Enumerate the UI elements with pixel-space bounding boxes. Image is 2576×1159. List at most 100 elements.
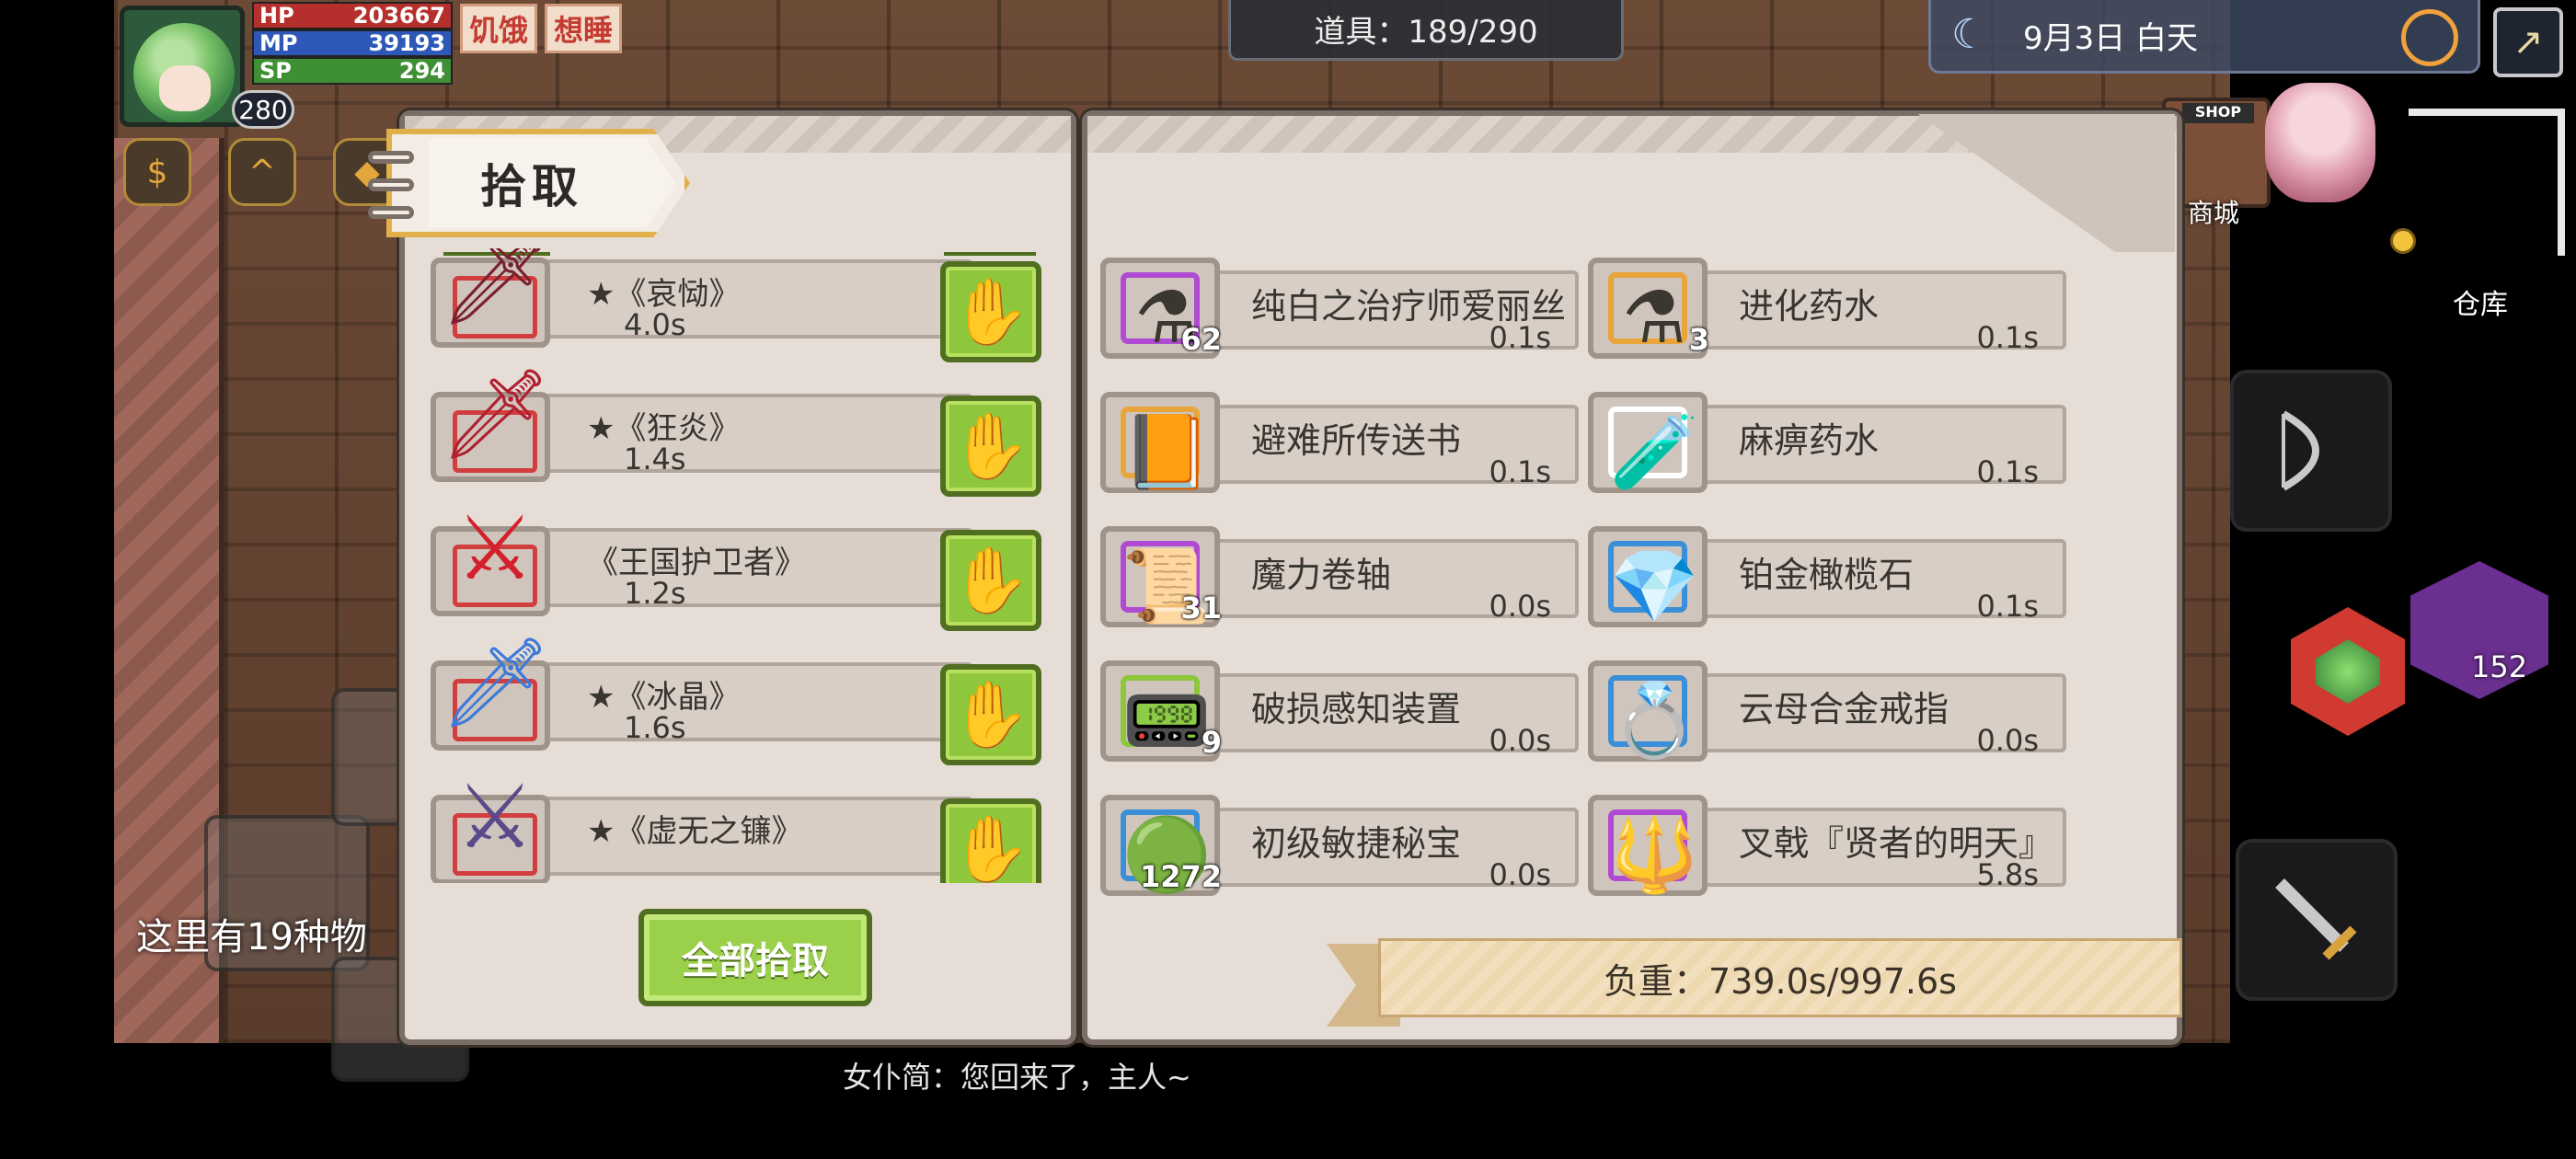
item-weight: 0.1s [1976,320,2039,355]
hand-grab-icon: ✋ [950,542,1031,618]
inventory-counter: 道具：189/290 [1228,0,1624,61]
drop-item-cell[interactable]: ⚗ 62 纯白之治疗师爱丽丝 0.1s [1100,241,1579,370]
item-slot[interactable]: 📟 9 [1100,660,1222,763]
minimap[interactable] [2390,109,2565,256]
weather-icon: ☾ [1951,11,1988,58]
pick-up-button[interactable]: ✋ [940,396,1041,497]
item-weight: 0.0s [1976,723,2039,758]
skill-slot-1-icon[interactable]: $ [123,138,191,206]
item-weight: 0.1s [1489,320,1551,355]
agility-gem-icon: 🟢 [1121,814,1212,897]
minimap-player-marker [2390,228,2416,254]
item-slot[interactable]: 📜 31 [1100,526,1222,628]
red-halberd-icon: ⚔ [454,497,535,600]
white-potion-icon: ⚗ [1134,277,1199,360]
sword-weapon-button[interactable] [2236,839,2398,1001]
weapon-name: 《王国护卫者》 [587,545,806,581]
level-badge: 280 [232,90,294,129]
flame-sword-icon: 🗡 [440,362,552,465]
pick-all-button[interactable]: 全部拾取 [638,909,872,1006]
game-screen: 这里有19种物 女仆简：您回来了，主人~ 280 HP 203667 MP 3919… [0,0,2576,1159]
gem-icon [2316,639,2380,704]
void-scythe-icon: ⚔ [454,765,535,868]
green-potion-icon: 🧪 [1609,411,1699,494]
date-display: ☾ 9月3日 白天 [1928,0,2480,74]
drop-item-cell[interactable]: 📙 避难所传送书 0.1s [1100,375,1579,504]
binder-ring [368,178,414,191]
item-slot[interactable]: ⚗ 3 [1588,258,1709,360]
hp-bar: HP 203667 [252,2,453,29]
pickup-row[interactable]: 🗡 ★《狂炎》 1.4s ✋ [431,359,1047,497]
weapon-name: ★《虚无之镰》 [587,813,803,850]
drop-item-cell[interactable]: 💍 云母合金戒指 0.0s [1588,644,2066,773]
teleport-book-icon: 📙 [1121,411,1212,494]
mp-bar: MP 39193 [252,29,453,57]
item-count: 3 [1688,322,1709,357]
shop-label: 商城 [2187,198,2239,228]
pick-up-button[interactable]: ✋ [940,798,1041,883]
tile-info-text: 这里有19种物 [136,916,367,958]
drop-item-cell[interactable]: 🟢 1272 初级敏捷秘宝 0.0s [1100,778,1579,907]
item-count: 62 [1180,322,1222,357]
pickup-title: 拾取 [429,138,675,228]
item-slot[interactable]: 💍 [1588,660,1708,763]
ice-sword-icon: 🗡 [440,631,552,734]
item-weight: 0.0s [1489,589,1551,624]
weapon-weight: 1.4s [624,442,686,476]
hand-grab-icon: ✋ [950,273,1031,350]
bow-weapon-button[interactable] [2230,370,2392,532]
pickup-row[interactable]: 🗡 ★《哀恸》 4.0s ✋ [431,248,1047,362]
pickup-row[interactable]: ⚔ 《王国护卫者》 1.2s ✋ [431,493,1047,631]
item-slot[interactable]: 💎 [1588,526,1708,628]
weapon-weight: 1.6s [624,710,686,745]
status-sleepy: 想睡 [545,4,622,53]
binder-ring [368,151,414,164]
item-count: 9 [1201,725,1222,760]
hand-grab-icon: ✋ [950,810,1031,884]
weapon-weight: 4.0s [624,307,686,342]
item-weight: 0.1s [1489,454,1551,489]
drop-item-cell[interactable]: 🔱 叉戟『贤者的明天』 5.8s [1588,778,2066,907]
player-avatar[interactable] [120,6,245,127]
item-weight: 5.8s [1976,857,2039,892]
hand-grab-icon: ✋ [950,676,1031,752]
drop-item-cell[interactable]: 💎 铂金橄榄石 0.1s [1588,510,2066,638]
drop-item-cell[interactable]: ⚗ 3 进化药水 0.1s [1588,241,2066,370]
item-slot[interactable]: ⚗ 62 [1100,258,1222,360]
item-weight: 0.1s [1976,589,2039,624]
pickup-row[interactable]: 🗡 ★《冰晶》 1.6s ✋ [431,627,1047,765]
chat-message: 女仆简：您回来了，主人~ [843,1060,1191,1095]
pick-up-button[interactable]: ✋ [940,530,1041,631]
binder-ring [368,206,414,219]
item-slot[interactable]: 🟢 1272 [1100,795,1222,897]
item-slot[interactable]: 🔱 [1588,795,1708,897]
load-ribbon: 负重：739.0s/997.6s [1327,938,2182,1027]
pick-up-button[interactable]: ✋ [940,261,1041,362]
skill-slot-2-icon[interactable]: ^ [228,138,296,206]
item-count: 31 [1180,591,1222,625]
globe-icon[interactable] [2401,9,2458,66]
drop-item-cell[interactable]: 📟 9 破损感知装置 0.0s [1100,644,1579,773]
sp-value: 294 [398,58,445,84]
pickup-row[interactable]: ⚔ ★《虚无之镰》 ✋ [431,762,1047,883]
avatar-face [159,65,211,111]
pickup-list[interactable]: 🗡 ★《哀恸》 4.0s ✋ 🗡 ★《狂炎》 1.4s ✋ ⚔ 《王国护卫者》 1.2s ✋ 🗡 ★《冰晶… [431,248,1047,883]
npc-avatar[interactable] [2265,83,2375,202]
item-weight: 0.0s [1489,723,1551,758]
date-text: 9月3日 白天 [2023,20,2199,57]
scythe-sword-icon: 🗡 [440,248,552,331]
item-slot[interactable]: 🧪 [1588,392,1708,494]
sword-icon [2275,878,2357,960]
item-count: 1272 [1139,859,1222,894]
item-slot[interactable]: 📙 [1100,392,1220,494]
pick-up-button[interactable]: ✋ [940,664,1041,765]
load-text: 负重：739.0s/997.6s [1378,938,2182,1017]
drop-item-cell[interactable]: 📜 31 魔力卷轴 0.0s [1100,510,1579,638]
exit-icon[interactable]: ↗ [2493,7,2563,77]
gem-skill-button[interactable] [2291,607,2405,736]
hand-grab-icon: ✋ [950,407,1031,484]
bow-icon [2282,410,2319,491]
magic-scroll-icon: 📜 [1121,545,1212,628]
bag-count: 152 [2471,649,2528,684]
drop-item-cell[interactable]: 🧪 麻痹药水 0.1s [1588,375,2066,504]
